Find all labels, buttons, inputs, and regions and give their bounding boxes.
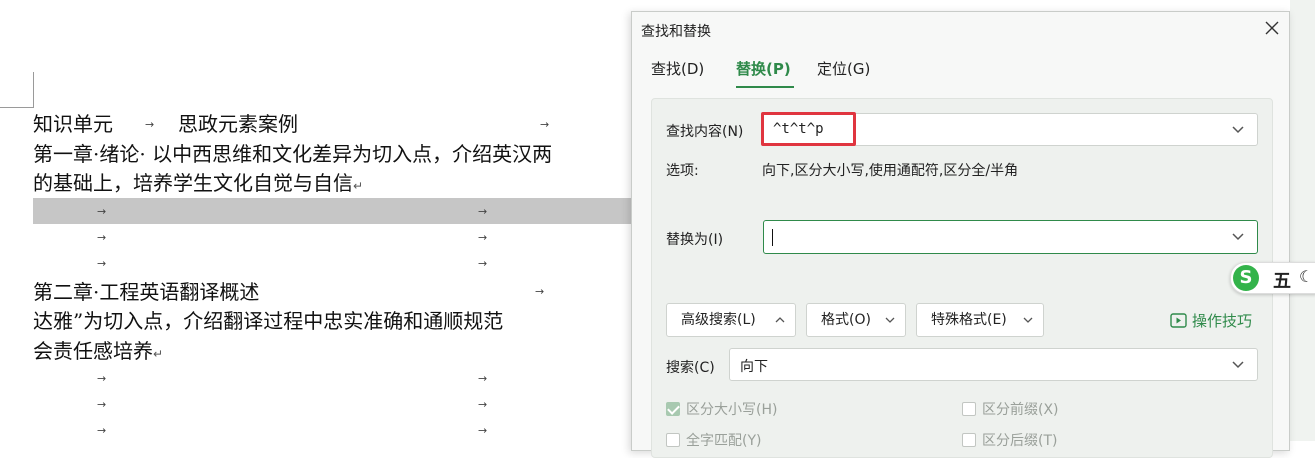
checkbox-label: 全字匹配(Y) (686, 433, 762, 449)
ime-toolbar[interactable]: S 五 ☾ (1230, 262, 1315, 294)
options-value: 向下,区分大小写,使用通配符,区分全/半角 (762, 163, 1019, 179)
suffix-checkbox[interactable]: 区分后缀(T) (962, 430, 1057, 450)
paragraph-mark: ↵ (153, 347, 164, 361)
tab-mark: → (97, 398, 107, 411)
options-label: 选项: (666, 163, 699, 179)
moon-icon[interactable]: ☾ (1299, 267, 1313, 286)
tab-mark: → (540, 118, 550, 131)
table-cell-text: 知识单元 (33, 112, 113, 136)
ime-mode-indicator[interactable]: 五 (1273, 267, 1291, 293)
advanced-search-button[interactable]: 高级搜索(L) (666, 303, 796, 337)
page-corner-mark (33, 72, 34, 108)
doc-line-4[interactable]: 第二章·工程英语翻译概述 (33, 279, 259, 305)
chevron-up-icon (775, 317, 785, 323)
tab-mark: → (478, 398, 488, 411)
tab-mark: → (97, 372, 107, 385)
side-panel-strip (1290, 0, 1315, 441)
tab-replace[interactable]: 替换(P) (736, 58, 791, 79)
chevron-down-icon[interactable] (1231, 229, 1245, 243)
tab-mark: → (97, 205, 107, 218)
doc-line-1b[interactable]: 思政元素案例 (178, 111, 298, 137)
selected-row-shade (33, 198, 640, 224)
chevron-down-icon[interactable] (1231, 122, 1245, 136)
active-tab-indicator (736, 86, 794, 88)
format-button[interactable]: 格式(O) (806, 303, 906, 337)
tab-goto[interactable]: 定位(G) (817, 58, 870, 79)
search-direction-label: 搜索(C) (666, 360, 715, 376)
chevron-down-icon (1023, 317, 1033, 323)
tab-mark: → (478, 372, 488, 385)
close-icon (1265, 21, 1279, 35)
checkbox-label: 区分大小写(H) (686, 402, 778, 418)
button-label: 格式(O) (821, 312, 871, 328)
annotation-highlight (761, 112, 856, 146)
tab-find[interactable]: 查找(D) (651, 58, 704, 79)
checkbox-box (666, 402, 680, 416)
checkbox-box (666, 433, 680, 447)
doc-line-1[interactable]: 知识单元 (33, 111, 113, 137)
special-format-button[interactable]: 特殊格式(E) (916, 303, 1044, 337)
tab-mark: → (97, 231, 107, 244)
search-direction-value: 向下 (740, 359, 768, 375)
ime-logo-icon[interactable]: S (1233, 265, 1259, 291)
doc-text: 的基础上，培养学生文化自觉与自信 (33, 171, 353, 195)
chevron-down-icon (1232, 361, 1244, 369)
case-sensitive-checkbox[interactable]: 区分大小写(H) (666, 399, 777, 419)
checkbox-box (962, 433, 976, 447)
doc-line-2[interactable]: 第一章·绪论· 以中西思维和文化差异为切入点，介绍英汉两 (33, 141, 552, 167)
play-video-icon (1170, 313, 1187, 328)
whole-word-checkbox[interactable]: 全字匹配(Y) (666, 430, 761, 450)
dialog-tabs: 查找(D) 替换(P) 定位(G) (632, 58, 1289, 88)
tab-mark: → (145, 118, 155, 131)
prefix-checkbox[interactable]: 区分前缀(X) (962, 399, 1059, 419)
doc-text: 会责任感培养 (33, 339, 153, 363)
checkbox-box (962, 402, 976, 416)
doc-line-5[interactable]: 达雅”为切入点，介绍翻译过程中忠实准确和通顺规范 (33, 308, 503, 334)
button-label: 高级搜索(L) (681, 312, 756, 328)
tips-label: 操作技巧 (1192, 312, 1253, 330)
text-caret (772, 229, 773, 246)
checkbox-label: 区分后缀(T) (982, 433, 1058, 449)
find-label: 查找内容(N) (666, 124, 744, 140)
tab-mark: → (97, 257, 107, 270)
document-page[interactable]: 知识单元 → 思政元素案例 → 第一章·绪论· 以中西思维和文化差异为切入点，介… (0, 0, 640, 441)
tab-mark: → (478, 257, 488, 270)
chevron-down-icon (885, 317, 895, 323)
tab-mark: → (478, 205, 488, 218)
tips-link[interactable]: 操作技巧 (1170, 310, 1252, 331)
doc-line-6[interactable]: 会责任感培养↵ (33, 338, 163, 367)
paragraph-mark: ↵ (353, 179, 364, 193)
table-cell-text: 思政元素案例 (178, 112, 298, 136)
tab-mark: → (478, 231, 488, 244)
tab-mark: → (97, 424, 107, 437)
search-direction-select[interactable]: 向下 (729, 348, 1258, 381)
dialog-title: 查找和替换 (641, 24, 711, 40)
checkbox-label: 区分前缀(X) (982, 402, 1059, 418)
button-label: 特殊格式(E) (931, 312, 1007, 328)
page-corner-mark (0, 107, 33, 108)
doc-line-3[interactable]: 的基础上，培养学生文化自觉与自信↵ (33, 170, 363, 199)
replace-label: 替换为(I) (666, 232, 724, 248)
tab-mark: → (478, 424, 488, 437)
tab-mark: → (535, 285, 545, 298)
replace-input[interactable] (763, 220, 1258, 254)
close-button[interactable] (1262, 18, 1282, 38)
